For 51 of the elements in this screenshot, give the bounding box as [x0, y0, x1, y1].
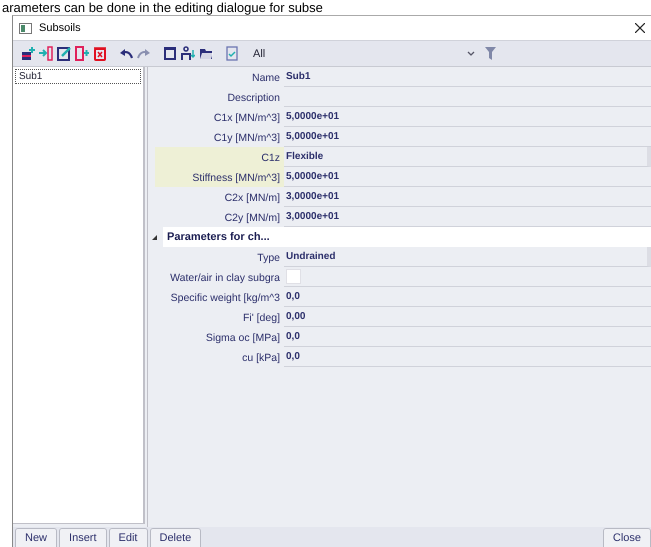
property-value[interactable]: 0,0: [284, 287, 651, 307]
property-label: Specific weight [kg/m^3: [170, 291, 281, 306]
dialog-button[interactable]: New: [15, 528, 58, 547]
add-icon[interactable]: [21, 46, 35, 61]
property-value[interactable]: 3,0000e+01: [284, 187, 651, 207]
folder-icon[interactable]: [199, 46, 213, 61]
dialog-button[interactable]: Delete: [150, 528, 202, 547]
property-label: C1y [MN/m^3]: [212, 131, 281, 146]
property-dropdown[interactable]: Flexible: [284, 147, 651, 167]
close-button[interactable]: Close: [602, 528, 651, 547]
insert-icon[interactable]: [39, 46, 53, 61]
property-label: Sigma oc [MPa]: [204, 331, 281, 346]
property-value[interactable]: 0,0: [284, 327, 651, 347]
copy-icon[interactable]: [75, 46, 89, 61]
property-label: Name: [250, 71, 281, 86]
list-item[interactable]: Sub1: [15, 69, 141, 84]
property-label: C2x [MN/m]: [224, 191, 281, 206]
window-title: Subsoils: [39, 22, 81, 34]
undo-icon[interactable]: [119, 46, 133, 61]
caret-icon: [467, 51, 475, 56]
checkbox[interactable]: [286, 269, 301, 284]
property-label: C1x [MN/m^3]: [212, 111, 281, 126]
property-value[interactable]: 5,0000e+01: [284, 127, 651, 147]
property-label: Stiffness [MN/m^3]: [155, 167, 284, 187]
window-icon[interactable]: [163, 46, 177, 61]
property-value[interactable]: 0,0: [284, 347, 651, 367]
user-icon[interactable]: [181, 46, 195, 61]
section-header[interactable]: Parameters for ch...: [163, 227, 651, 247]
property-label: cu [kPa]: [241, 351, 281, 366]
property-value[interactable]: 0,00: [284, 307, 651, 327]
property-label: Water/air in clay subgra: [169, 271, 281, 286]
property-label: Description: [226, 91, 281, 106]
dialog-button[interactable]: Insert: [59, 528, 107, 547]
property-label: Fi' [deg]: [242, 311, 281, 326]
collapse-icon[interactable]: [152, 234, 157, 240]
property-value[interactable]: 5,0000e+01: [284, 167, 651, 187]
property-label: C2y [MN/m]: [224, 211, 281, 226]
property-dropdown[interactable]: Undrained: [284, 247, 651, 267]
property-label: Type: [256, 251, 281, 266]
close-icon[interactable]: [635, 23, 645, 33]
dialog-button[interactable]: Edit: [108, 528, 148, 547]
window-icon: [19, 22, 32, 34]
filter-dropdown[interactable]: All: [253, 48, 475, 60]
property-value[interactable]: Sub1: [284, 67, 651, 87]
property-label: C1z: [155, 147, 284, 167]
document-text: arameters can be done in the editing dialogue for subse: [1, 0, 324, 15]
edit-icon[interactable]: [57, 46, 71, 61]
property-value[interactable]: 5,0000e+01: [284, 107, 651, 127]
filter-icon[interactable]: [485, 47, 496, 60]
checklist-icon[interactable]: [225, 46, 239, 61]
delete-icon[interactable]: [93, 46, 107, 61]
